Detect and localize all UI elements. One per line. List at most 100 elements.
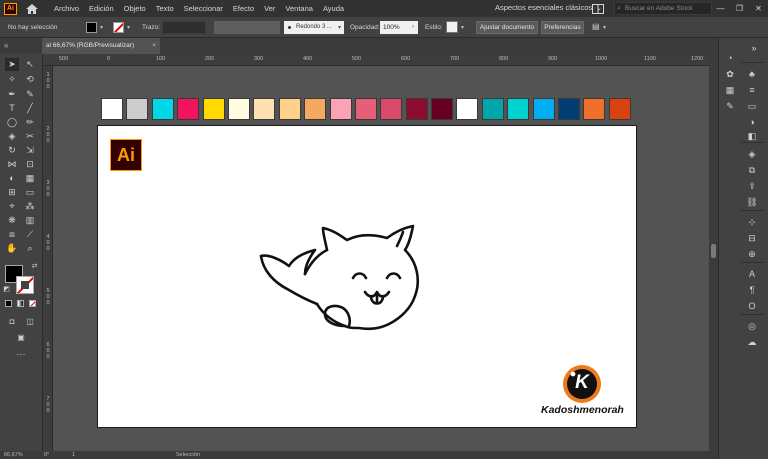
gradient-mode-icon[interactable] — [17, 300, 24, 307]
vertical-ruler[interactable]: 1 0 0 2 0 0 3 0 0 4 0 0 5 0 0 6 0 0 7 0 … — [43, 66, 53, 451]
artboard-number[interactable]: 1 — [72, 451, 75, 459]
scroll-thumb[interactable] — [711, 244, 716, 258]
color-swatch[interactable] — [532, 98, 555, 120]
menu-ayuda[interactable]: Ayuda — [318, 0, 349, 17]
gradient-tool-icon[interactable]: ▭ — [23, 186, 37, 199]
gradient-panel-icon[interactable]: ▭ — [745, 100, 759, 112]
color-swatch[interactable] — [507, 98, 530, 120]
menu-efecto[interactable]: Efecto — [228, 0, 259, 17]
color-swatch[interactable] — [608, 98, 631, 120]
chevron-down-icon[interactable]: ▾ — [100, 24, 103, 31]
line-tool-icon[interactable]: ╱ — [23, 102, 37, 115]
menu-texto[interactable]: Texto — [151, 0, 179, 17]
free-transform-tool-icon[interactable]: ⊡ — [23, 158, 37, 171]
color-swatch[interactable] — [431, 98, 454, 120]
color-swatch[interactable] — [558, 98, 581, 120]
color-swatch[interactable] — [405, 98, 428, 120]
brushes-panel-icon[interactable]: ✎ — [723, 100, 737, 112]
artboards-panel-icon[interactable]: ⧉ — [745, 164, 759, 176]
color-swatch[interactable] — [304, 98, 327, 120]
seal-cat-illustration[interactable] — [255, 222, 425, 342]
minimize-button[interactable]: — — [711, 0, 730, 17]
color-swatch[interactable] — [278, 98, 301, 120]
stroke-indicator[interactable] — [16, 276, 34, 294]
stroke-color-swatch[interactable] — [113, 22, 124, 33]
adjust-document-button[interactable]: Ajustar documento — [476, 21, 538, 34]
pencil-tool-icon[interactable]: ✏ — [23, 116, 37, 129]
collapse-toolbar-icon[interactable]: « — [4, 41, 8, 50]
color-guide-icon[interactable]: ✿ — [723, 68, 737, 80]
opentype-panel-icon[interactable]: O — [745, 300, 759, 312]
color-swatch[interactable] — [481, 98, 504, 120]
paragraph-panel-icon[interactable]: ¶ — [745, 284, 759, 296]
chevron-down-icon[interactable]: ▾ — [603, 24, 606, 31]
pathfinder-panel-icon[interactable]: ⊕ — [745, 248, 759, 260]
transform-panel-icon[interactable]: ⊹ — [745, 216, 759, 228]
graphic-style-swatch[interactable] — [446, 21, 458, 33]
menu-objeto[interactable]: Objeto — [119, 0, 151, 17]
arrange-documents-icon[interactable] — [592, 4, 604, 16]
slice-tool-icon[interactable]: ⟋ — [23, 228, 37, 241]
transparency-panel-icon[interactable]: ◑ — [745, 116, 759, 128]
color-swatch[interactable] — [177, 98, 200, 120]
screen-mode-icon[interactable]: ▣ — [14, 331, 28, 344]
fill-color-swatch[interactable] — [86, 22, 97, 33]
perspective-grid-tool-icon[interactable]: ▦ — [23, 172, 37, 185]
symbols-panel-icon[interactable]: ♣ — [745, 68, 759, 80]
zoom-tool-icon[interactable]: ⌕ — [23, 242, 37, 255]
artboard-tool-icon[interactable]: ⧈ — [5, 228, 19, 241]
stroke-panel-icon[interactable]: ≡ — [745, 84, 759, 96]
scale-tool-icon[interactable]: ⇲ — [23, 144, 37, 157]
draw-normal-icon[interactable]: ◘ — [5, 315, 19, 328]
ellipse-tool-icon[interactable]: ◯ — [5, 116, 19, 129]
vertical-scrollbar[interactable] — [709, 54, 718, 451]
menu-edicion[interactable]: Edición — [84, 0, 119, 17]
layers-panel-icon[interactable]: ◈ — [745, 148, 759, 160]
column-graph-tool-icon[interactable]: ▥ — [23, 214, 37, 227]
color-panel-icon[interactable]: ◔ — [723, 52, 737, 64]
document-tab[interactable]: al 66,67% (RGB/Previsualizar) × — [42, 38, 160, 54]
scissors-tool-icon[interactable]: ✂ — [23, 130, 37, 143]
color-swatch[interactable] — [126, 98, 149, 120]
more-tools-icon[interactable]: ⋯ — [14, 348, 28, 361]
chevron-down-icon[interactable]: ▾ — [461, 24, 464, 31]
pen-tool-icon[interactable]: ✒ — [5, 88, 19, 101]
menu-archivo[interactable]: Archivo — [49, 0, 84, 17]
links-panel-icon[interactable]: ⛓ — [745, 196, 759, 208]
preferences-button[interactable]: Preferencias — [541, 21, 584, 34]
color-mode-icon[interactable] — [5, 300, 12, 307]
eraser-tool-icon[interactable]: ◈ — [5, 130, 19, 143]
color-swatch[interactable] — [101, 98, 123, 120]
align-panel-icon[interactable]: ⊟ — [745, 232, 759, 244]
appearance-panel-icon[interactable]: ◧ — [745, 130, 759, 142]
type-tool-icon[interactable]: T — [5, 102, 19, 115]
color-swatch[interactable] — [202, 98, 225, 120]
width-tool-icon[interactable]: ⋈ — [5, 158, 19, 171]
shape-builder-tool-icon[interactable]: ◐ — [5, 172, 19, 185]
home-icon[interactable] — [25, 3, 39, 15]
close-tab-icon[interactable]: × — [152, 38, 156, 54]
character-panel-icon[interactable]: A — [745, 268, 759, 280]
color-swatch[interactable] — [253, 98, 276, 120]
hand-tool-icon[interactable]: ✋ — [5, 242, 19, 255]
symbol-sprayer-tool-icon[interactable]: ❋ — [5, 214, 19, 227]
lasso-tool-icon[interactable]: ⟲ — [23, 73, 37, 86]
close-button[interactable]: ✕ — [749, 0, 768, 17]
curvature-tool-icon[interactable]: ✎ — [23, 88, 37, 101]
selection-tool-icon[interactable]: ➤ — [5, 58, 19, 71]
stroke-weight-field[interactable] — [162, 21, 206, 34]
color-swatch[interactable] — [354, 98, 377, 120]
menu-ver[interactable]: Ver — [259, 0, 280, 17]
direct-selection-tool-icon[interactable]: ↖ — [23, 58, 37, 71]
rotate-tool-icon[interactable]: ↻ — [5, 144, 19, 157]
libraries-panel-icon[interactable]: ☁ — [745, 336, 759, 348]
maximize-button[interactable]: ❐ — [730, 0, 749, 17]
color-swatch[interactable] — [329, 98, 352, 120]
rotation-value[interactable]: 0° — [44, 451, 49, 459]
blend-tool-icon[interactable]: ⁂ — [23, 200, 37, 213]
eyedropper-tool-icon[interactable]: ⌖ — [5, 200, 19, 213]
swap-colors-icon[interactable]: ⇄ — [30, 260, 39, 273]
asset-export-icon[interactable]: ⇪ — [745, 180, 759, 192]
workspace-switcher[interactable]: Aspectos esenciales clásicos ⌄ — [495, 3, 602, 12]
zoom-level[interactable]: 66,67% — [4, 451, 23, 459]
